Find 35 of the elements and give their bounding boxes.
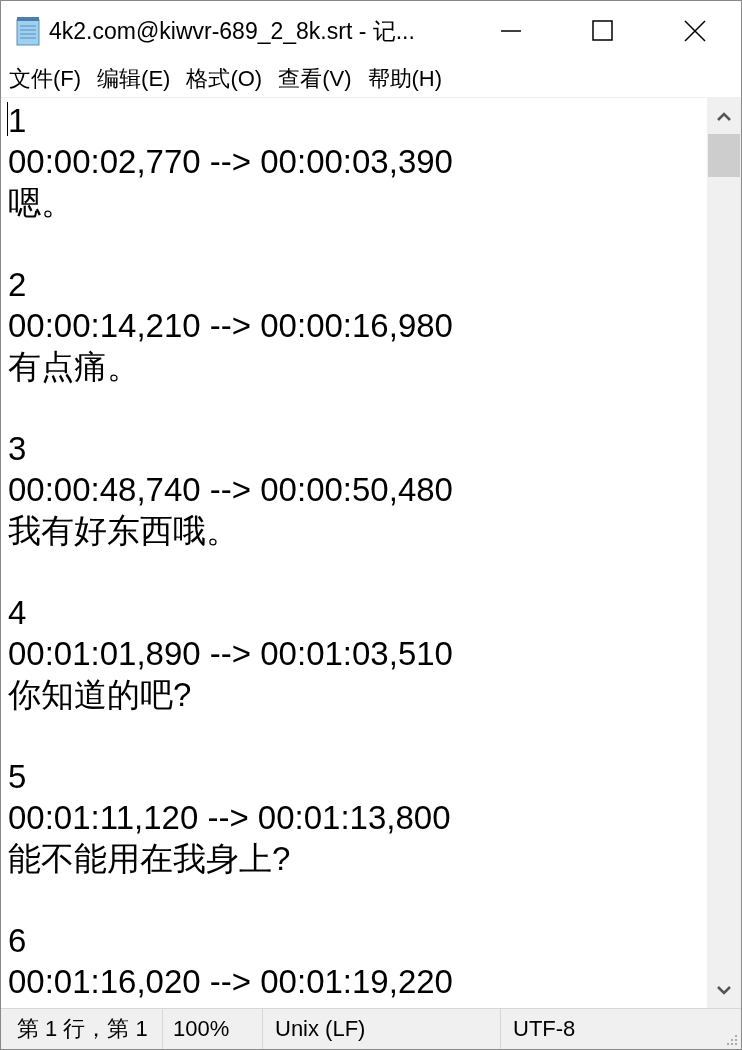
text-line: 你知道的吧? — [8, 675, 193, 715]
text-line: 6 — [8, 921, 28, 961]
text-line: 嗯。 — [8, 183, 75, 223]
text-cursor — [7, 102, 8, 136]
resize-grip-icon — [726, 1034, 738, 1046]
text-line: 00:00:14,210 --> 00:00:16,980 — [8, 306, 454, 346]
status-text: Unix (LF) — [263, 1009, 501, 1049]
menu-item[interactable]: 文件(F) — [9, 64, 82, 94]
menu-item[interactable]: 格式(O) — [186, 64, 263, 94]
text-line: 我有好东西哦。 — [8, 511, 240, 551]
text-line: 00:01:01,890 --> 00:01:03,510 — [8, 634, 454, 674]
text-line: 3 — [8, 429, 28, 469]
text-line: 1 — [8, 101, 28, 141]
menu-item[interactable]: 编辑(E) — [97, 64, 171, 94]
text-line: 5 — [8, 757, 28, 797]
close-icon — [684, 20, 706, 42]
status-text: UTF-8 — [512, 1015, 577, 1043]
text-line: 00:00:02,770 --> 00:00:03,390 — [8, 142, 454, 182]
text-line: 2 — [8, 265, 28, 305]
text-line: 00:01:11,120 --> 00:01:13,800 — [8, 798, 452, 838]
menu-item[interactable]: 帮助(H) — [367, 64, 443, 94]
minimize-icon — [500, 30, 522, 32]
text-line: 有点痛。 — [8, 347, 141, 387]
scrollbar-thumb[interactable] — [708, 134, 740, 177]
status-text: 第 1 行，第 1 — [1, 1009, 163, 1049]
menu-item[interactable]: 查看(V) — [278, 64, 352, 94]
scrollbar[interactable] — [707, 98, 741, 1008]
notepad-icon — [15, 16, 41, 46]
status-text: 100% — [163, 1009, 263, 1049]
text-line: 00:00:48,740 --> 00:00:50,480 — [8, 470, 454, 510]
maximize-icon — [592, 20, 614, 42]
text-line: 能不能用在我身上? — [8, 839, 292, 879]
window-title: 4k2.com@kiwvr-689_2_8k.srt - 记... — [49, 16, 416, 46]
text-line: 00:01:16,020 --> 00:01:19,220 — [8, 962, 454, 1002]
text-line: 4 — [8, 593, 28, 633]
